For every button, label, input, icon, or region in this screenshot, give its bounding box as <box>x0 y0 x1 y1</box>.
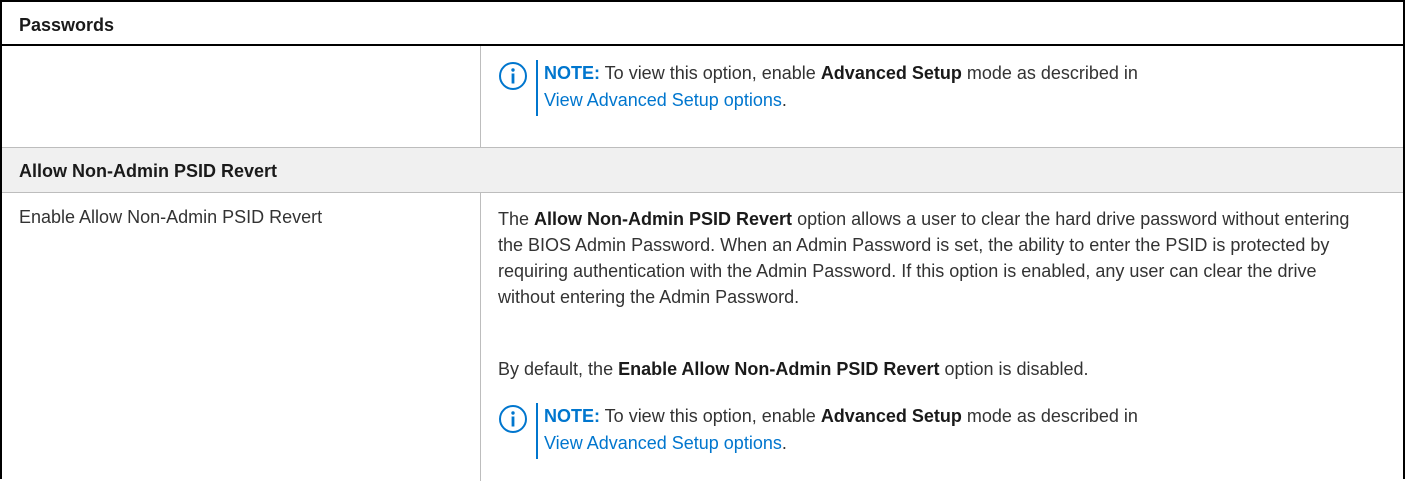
note-row: NOTE: To view this option, enable Advanc… <box>2 46 1403 148</box>
note-end: . <box>781 90 787 110</box>
section-header: Allow Non-Admin PSID Revert <box>2 148 1403 193</box>
note-bar <box>536 60 538 116</box>
info-circle-icon <box>499 405 527 433</box>
option-name: Enable Allow Non-Admin PSID Revert <box>19 207 323 227</box>
table-header: Passwords <box>2 2 1403 46</box>
column-divider <box>480 46 481 147</box>
advanced-setup-link[interactable]: View Advanced Setup options <box>544 433 782 453</box>
note-text: NOTE: To view this option, enable Advanc… <box>544 403 1374 457</box>
column-divider <box>480 193 481 481</box>
option-row: Enable Allow Non-Admin PSID Revert The A… <box>2 193 1403 481</box>
table-header-title: Passwords <box>19 15 115 35</box>
note-label: NOTE: <box>544 406 600 426</box>
default-post: option is disabled. <box>939 359 1089 379</box>
note-box: NOTE: To view this option, enable Advanc… <box>498 403 1378 459</box>
option-description: The Allow Non-Admin PSID Revert option a… <box>498 206 1378 310</box>
note-text-pre: To view this option, enable <box>600 406 821 426</box>
note-bold: Advanced Setup <box>820 63 962 83</box>
note-text: NOTE: To view this option, enable Advanc… <box>544 60 1374 114</box>
section-title: Allow Non-Admin PSID Revert <box>19 161 278 181</box>
description-bold: Allow Non-Admin PSID Revert <box>534 209 793 229</box>
default-bold: Enable Allow Non-Admin PSID Revert <box>618 359 940 379</box>
option-default: By default, the Enable Allow Non-Admin P… <box>498 356 1378 382</box>
note-text-post: mode as described in <box>961 63 1138 83</box>
note-bar <box>536 403 538 459</box>
info-circle-icon <box>499 62 527 90</box>
options-table: Passwords NOTE: To view this option, ena… <box>0 0 1405 481</box>
note-bold: Advanced Setup <box>820 406 962 426</box>
advanced-setup-link[interactable]: View Advanced Setup options <box>544 90 782 110</box>
note-label: NOTE: <box>544 63 600 83</box>
note-end: . <box>781 433 787 453</box>
note-text-pre: To view this option, enable <box>600 63 821 83</box>
default-pre: By default, the <box>498 359 619 379</box>
description-pre: The <box>498 209 535 229</box>
note-text-post: mode as described in <box>961 406 1138 426</box>
note-box: NOTE: To view this option, enable Advanc… <box>498 60 1378 116</box>
